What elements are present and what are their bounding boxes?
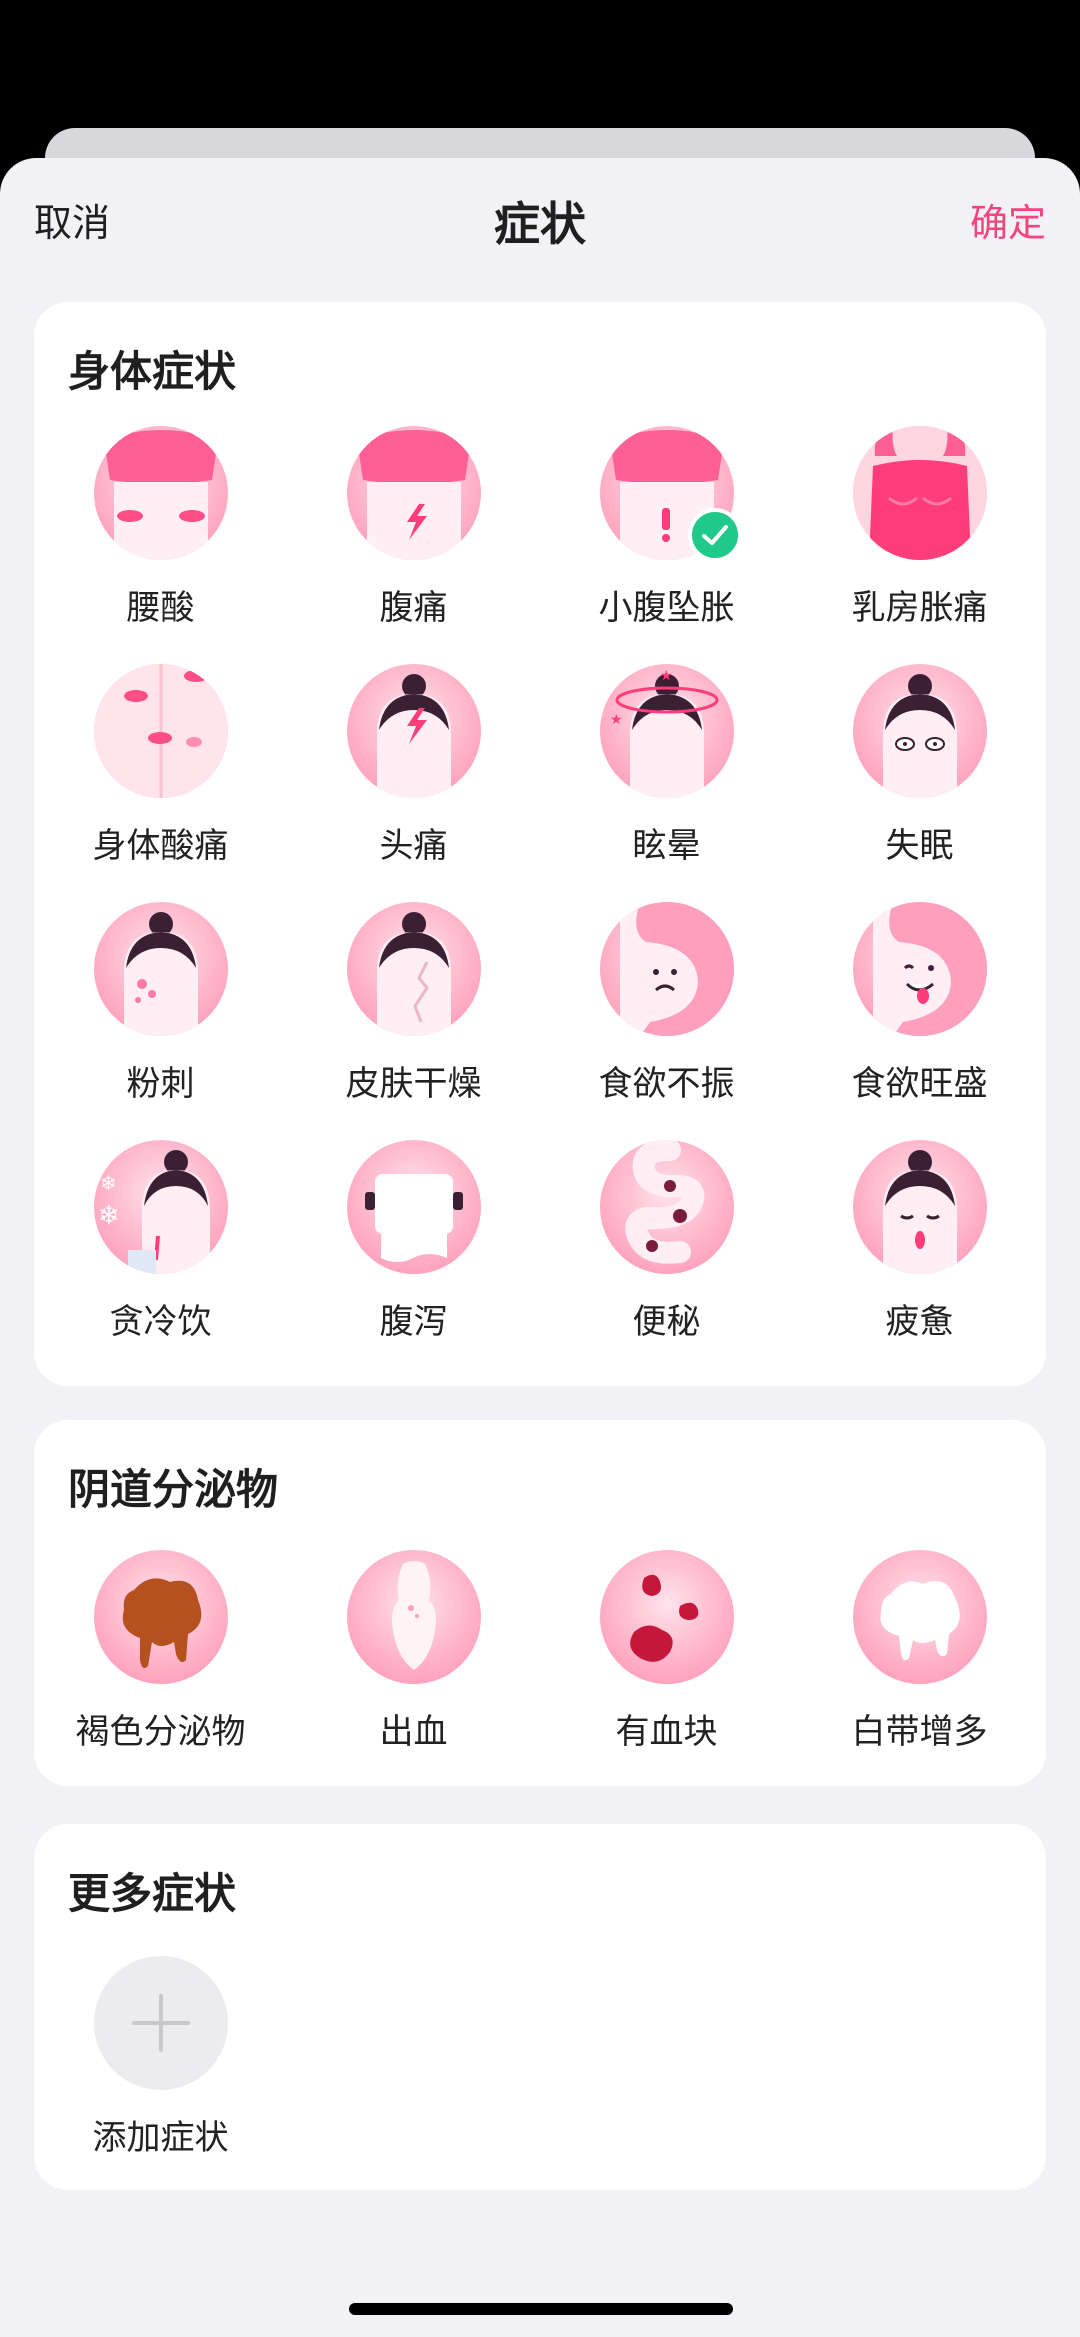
brown-discharge-icon <box>93 1550 228 1684</box>
bleeding-icon <box>346 1550 481 1684</box>
symptom-item-insomnia[interactable]: 失眠 <box>793 664 1046 902</box>
symptom-label: 腰酸 <box>126 588 195 628</box>
symptom-item-diarrhea[interactable]: 腹泻 <box>287 1140 540 1378</box>
strong-appetite-icon <box>852 902 987 1036</box>
symptom-label: 便秘 <box>632 1302 701 1342</box>
symptom-label: 失眠 <box>885 826 954 866</box>
cold-drink-icon: ❄ ❄ <box>93 1140 228 1274</box>
discharge-item-white[interactable]: 白带增多 <box>793 1550 1046 1788</box>
section-title-discharge: 阴道分泌物 <box>68 1465 279 1514</box>
more-grid: 添加症状 <box>34 1956 1046 2194</box>
section-title-body-symptoms: 身体症状 <box>68 347 237 396</box>
symptom-item-breast-pain[interactable]: 乳房胀痛 <box>793 426 1046 664</box>
add-symptom-button[interactable]: 添加症状 <box>34 1956 287 2194</box>
discharge-item-bleeding[interactable]: 出血 <box>287 1550 540 1788</box>
poor-appetite-icon <box>599 902 734 1036</box>
symptom-label: 皮肤干燥 <box>345 1064 482 1104</box>
discharge-label: 褐色分泌物 <box>75 1712 246 1752</box>
symptom-label: 身体酸痛 <box>92 826 229 866</box>
confirm-button[interactable]: 确定 <box>970 192 1046 247</box>
diarrhea-icon <box>346 1140 481 1274</box>
symptom-label: 乳房胀痛 <box>851 588 988 628</box>
symptom-item-fatigue[interactable]: 疲惫 <box>793 1140 1046 1378</box>
symptom-label: 疲惫 <box>885 1302 954 1342</box>
symptom-label: 食欲不振 <box>598 1064 735 1104</box>
svg-text:❄: ❄ <box>100 1171 117 1195</box>
symptom-item-poor-appetite[interactable]: 食欲不振 <box>540 902 793 1140</box>
more-symptoms-card: 更多症状 添加症状 <box>34 1824 1046 2190</box>
symptom-item-dry-skin[interactable]: 皮肤干燥 <box>287 902 540 1140</box>
svg-text:★: ★ <box>610 712 623 728</box>
symptom-label: 头痛 <box>379 826 448 866</box>
nav-bar: 取消 症状 确定 <box>0 158 1080 286</box>
dizziness-icon: ★ ★ <box>599 664 734 798</box>
symptom-label: 小腹坠胀 <box>598 588 735 628</box>
white-discharge-icon <box>852 1550 987 1684</box>
symptom-label: 粉刺 <box>126 1064 195 1104</box>
symptom-item-constipation[interactable]: 便秘 <box>540 1140 793 1378</box>
svg-text:★: ★ <box>660 668 673 684</box>
symptom-label: 贪冷饮 <box>109 1302 212 1342</box>
abdominal-pain-icon <box>346 426 481 560</box>
symptom-label: 腹泻 <box>379 1302 448 1342</box>
symptom-item-strong-appetite[interactable]: 食欲旺盛 <box>793 902 1046 1140</box>
fatigue-icon <box>852 1140 987 1274</box>
breast-pain-icon <box>852 426 987 560</box>
home-indicator[interactable] <box>349 2303 733 2315</box>
symptom-item-headache[interactable]: 头痛 <box>287 664 540 902</box>
symptom-item-lower-abdomen-bloating[interactable]: 小腹坠胀 <box>540 426 793 664</box>
symptom-sheet: 取消 症状 确定 身体症状 腰酸 腹痛 小腹坠胀 乳房胀痛 身体酸痛 头痛 ★ … <box>0 158 1080 2337</box>
headache-icon <box>346 664 481 798</box>
symptom-label: 腹痛 <box>379 588 448 628</box>
backache-icon <box>93 426 228 560</box>
discharge-label: 出血 <box>379 1712 448 1752</box>
symptom-item-acne[interactable]: 粉刺 <box>34 902 287 1140</box>
page-title: 症状 <box>494 197 586 251</box>
body-symptoms-card: 身体症状 腰酸 腹痛 小腹坠胀 乳房胀痛 身体酸痛 头痛 ★ ★ 眩晕 失眠 粉… <box>34 302 1046 1386</box>
section-title-more: 更多症状 <box>68 1869 237 1918</box>
acne-icon <box>93 902 228 1036</box>
body-ache-icon <box>93 664 228 798</box>
symptom-item-dizziness[interactable]: ★ ★ 眩晕 <box>540 664 793 902</box>
symptom-item-backache[interactable]: 腰酸 <box>34 426 287 664</box>
symptom-item-body-ache[interactable]: 身体酸痛 <box>34 664 287 902</box>
discharge-item-clots[interactable]: 有血块 <box>540 1550 793 1788</box>
discharge-label: 白带增多 <box>851 1712 988 1752</box>
discharge-card: 阴道分泌物 褐色分泌物 出血 有血块 白带增多 <box>34 1420 1046 1786</box>
symptom-item-cold-drink[interactable]: ❄ ❄ 贪冷饮 <box>34 1140 287 1378</box>
discharge-item-brown[interactable]: 褐色分泌物 <box>34 1550 287 1788</box>
add-symptom-label: 添加症状 <box>92 2118 229 2158</box>
discharge-grid: 褐色分泌物 出血 有血块 白带增多 <box>34 1550 1046 1788</box>
constipation-icon <box>599 1140 734 1274</box>
plus-icon <box>93 1956 228 2090</box>
selected-check-icon <box>688 508 742 562</box>
svg-text:❄: ❄ <box>98 1201 120 1231</box>
dry-skin-icon <box>346 902 481 1036</box>
insomnia-icon <box>852 664 987 798</box>
symptom-item-abdominal-pain[interactable]: 腹痛 <box>287 426 540 664</box>
discharge-label: 有血块 <box>615 1712 718 1752</box>
body-symptoms-grid: 腰酸 腹痛 小腹坠胀 乳房胀痛 身体酸痛 头痛 ★ ★ 眩晕 失眠 粉刺 皮肤干… <box>34 426 1046 1378</box>
symptom-label: 眩晕 <box>632 826 701 866</box>
blood-clot-icon <box>599 1550 734 1684</box>
symptom-label: 食欲旺盛 <box>851 1064 988 1104</box>
